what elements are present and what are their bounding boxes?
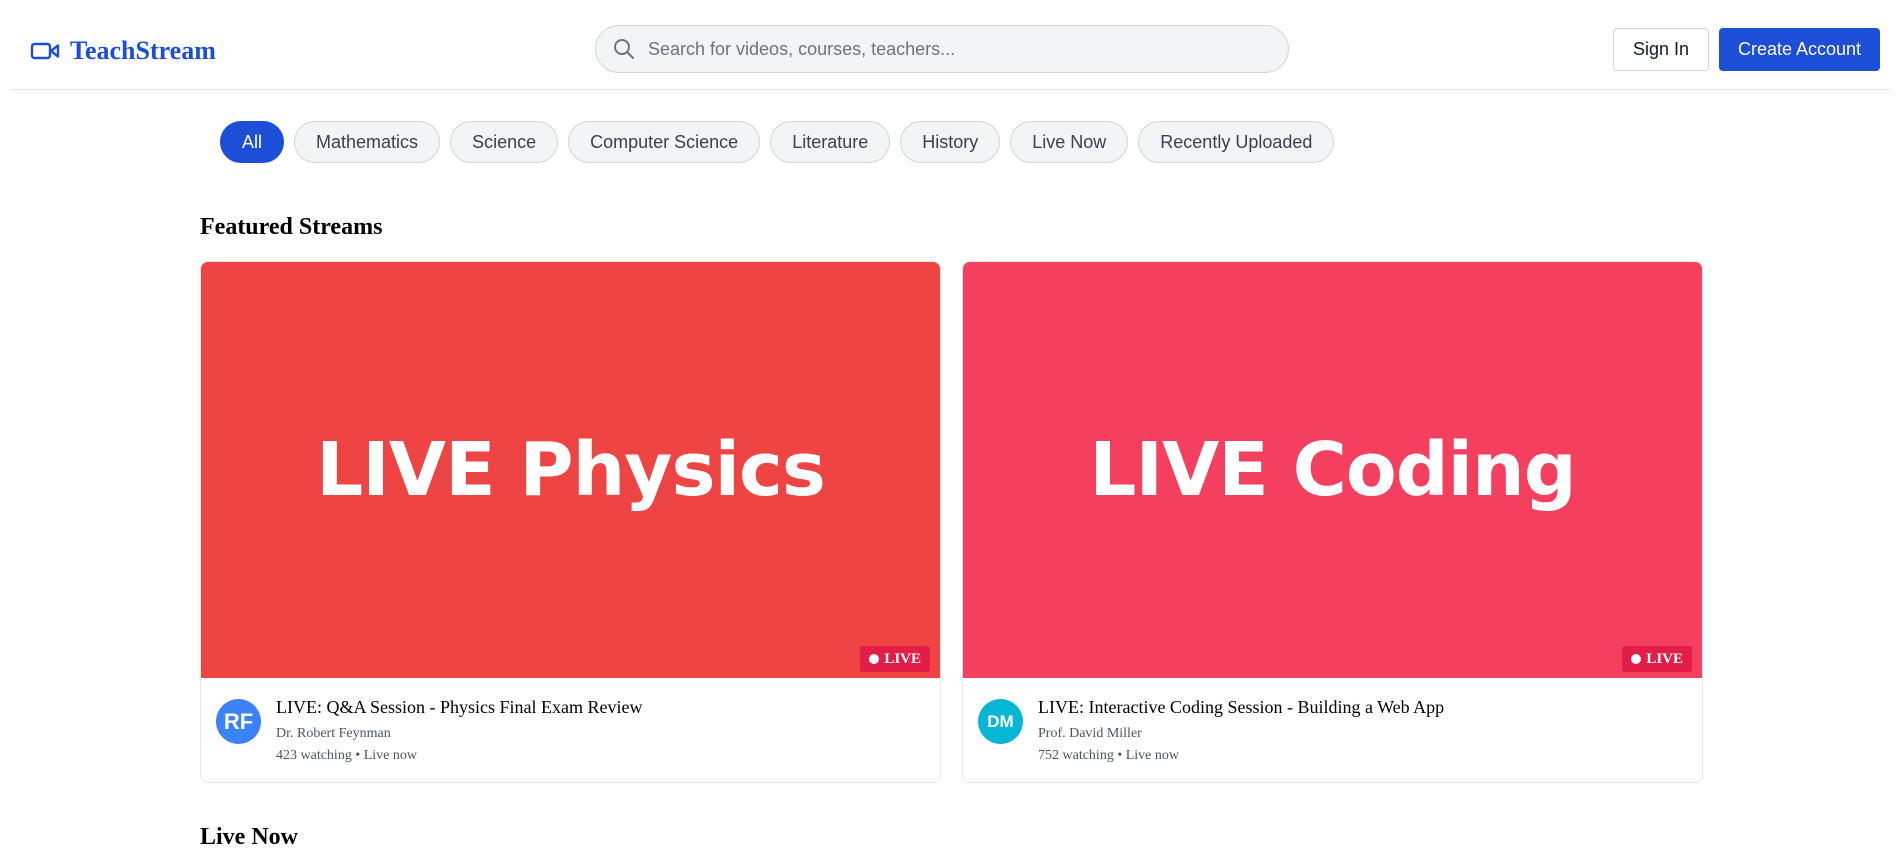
logo[interactable]: TeachStream (30, 36, 216, 66)
stream-meta: 423 watching • Live now (276, 748, 417, 763)
category-chip-live-now[interactable]: Live Now (1010, 121, 1129, 163)
live-dot-icon (1631, 654, 1642, 664)
category-chip-recently-uploaded[interactable]: Recently Uploaded (1138, 121, 1335, 163)
top-header: TeachStream Sign In Create Account (10, 0, 1890, 90)
avatar[interactable]: DM (978, 699, 1023, 744)
stream-card[interactable]: LIVE Physics LIVE RF LIVE: Q&A Session -… (200, 261, 941, 783)
avatar[interactable]: RF (216, 699, 261, 744)
category-chip-all[interactable]: All (220, 121, 285, 163)
teacher-name[interactable]: Dr. Robert Feynman (276, 726, 391, 742)
live-now-section-title: Live Now (200, 824, 298, 850)
stream-info: RF LIVE: Q&A Session - Physics Final Exa… (201, 678, 940, 782)
category-chip-mathematics[interactable]: Mathematics (294, 121, 441, 163)
thumbnail-text: LIVE Coding (1089, 427, 1576, 513)
live-badge-label: LIVE (884, 650, 921, 667)
stream-thumbnail[interactable]: LIVE Physics LIVE (201, 262, 940, 678)
create-account-button[interactable]: Create Account (1719, 28, 1880, 71)
category-chip-computer-science[interactable]: Computer Science (568, 121, 761, 163)
category-filter-bar: All Mathematics Science Computer Science… (220, 121, 1335, 163)
search-input[interactable] (648, 38, 1248, 60)
live-badge-label: LIVE (1646, 650, 1683, 667)
stream-info: DM LIVE: Interactive Coding Session - Bu… (963, 678, 1702, 782)
video-camera-icon (30, 42, 60, 60)
stream-title[interactable]: LIVE: Q&A Session - Physics Final Exam R… (276, 697, 642, 718)
live-dot-icon (869, 654, 880, 664)
stream-card[interactable]: LIVE Coding LIVE DM LIVE: Interactive Co… (962, 261, 1703, 783)
stream-title[interactable]: LIVE: Interactive Coding Session - Build… (1038, 697, 1444, 718)
search-bar[interactable] (595, 25, 1289, 73)
category-chip-science[interactable]: Science (450, 121, 559, 163)
category-chip-literature[interactable]: Literature (770, 121, 891, 163)
live-badge: LIVE (860, 646, 930, 672)
featured-section-title: Featured Streams (200, 214, 383, 240)
stream-meta: 752 watching • Live now (1038, 748, 1179, 763)
live-badge: LIVE (1622, 646, 1692, 672)
stream-thumbnail[interactable]: LIVE Coding LIVE (963, 262, 1702, 678)
search-icon (614, 39, 634, 59)
thumbnail-text: LIVE Physics (316, 427, 826, 513)
teacher-name[interactable]: Prof. David Miller (1038, 726, 1142, 742)
sign-in-button[interactable]: Sign In (1613, 28, 1709, 71)
category-chip-history[interactable]: History (900, 121, 1001, 163)
app-name: TeachStream (70, 36, 216, 65)
